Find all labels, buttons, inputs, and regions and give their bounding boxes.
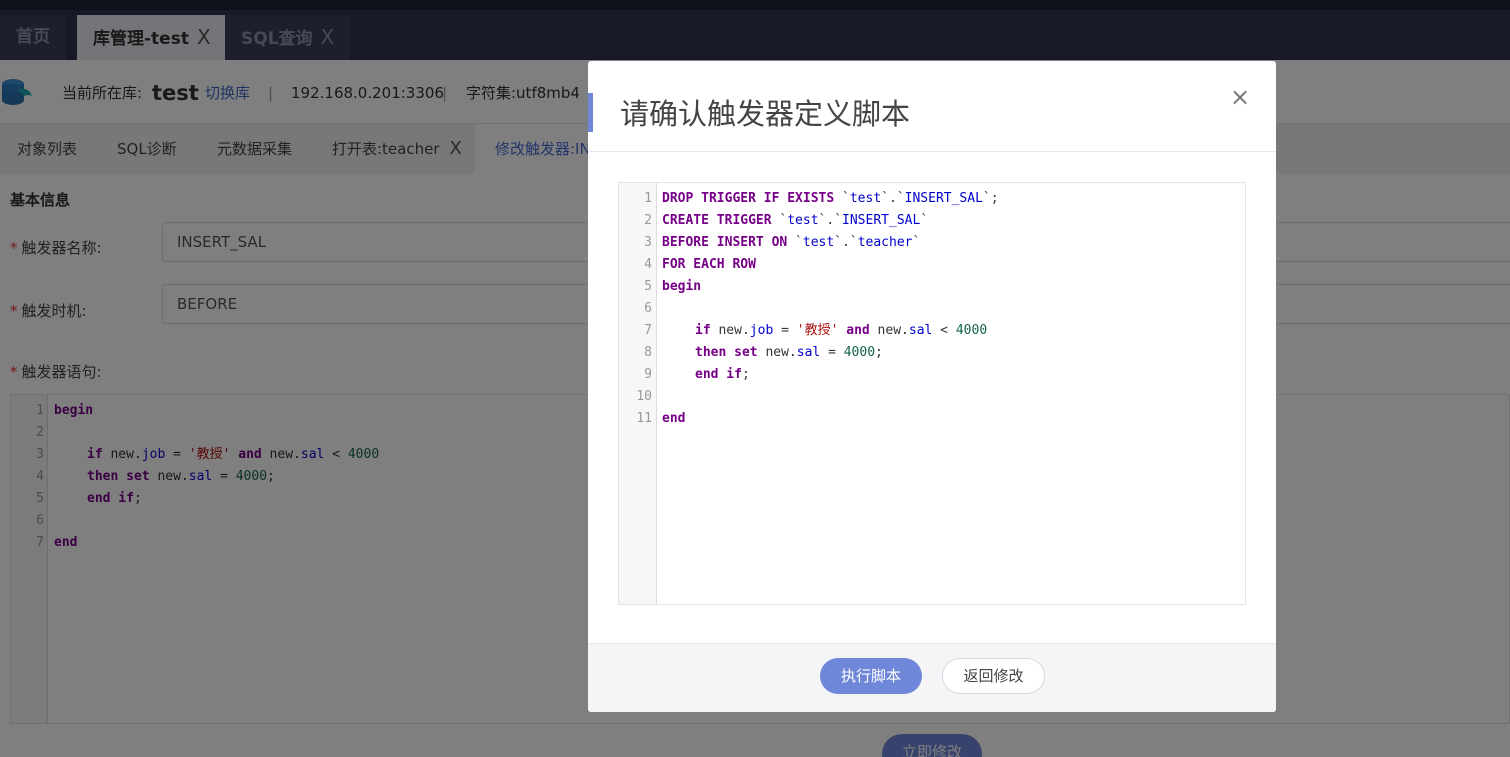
code-line: BEFORE INSERT ON `test`.`teacher` bbox=[662, 232, 920, 254]
code-line: FOR EACH ROW bbox=[662, 254, 756, 276]
code-token: sal bbox=[796, 345, 821, 360]
code-token: `; bbox=[982, 191, 999, 206]
code-token: ` bbox=[771, 213, 788, 228]
code-token: test bbox=[802, 235, 835, 250]
code-token: = bbox=[773, 323, 797, 338]
code-line: end if; bbox=[695, 364, 750, 386]
code-token: ; bbox=[741, 367, 750, 382]
string-literal: '教授' bbox=[796, 323, 839, 338]
code-token: ` bbox=[787, 235, 803, 250]
dialog-header: 请确认触发器定义脚本 × bbox=[588, 61, 1276, 152]
back-to-edit-button[interactable]: 返回修改 bbox=[942, 658, 1045, 694]
code-token: job bbox=[749, 323, 774, 338]
line-number: 7 bbox=[644, 323, 652, 338]
code-line: if new.job = '教授' and new.sal < 4000 bbox=[695, 320, 987, 342]
execute-script-button[interactable]: 执行脚本 bbox=[820, 658, 922, 694]
keyword: end if bbox=[695, 367, 742, 382]
code-token: test bbox=[849, 191, 882, 206]
number-literal: 4000 bbox=[843, 345, 876, 360]
keyword: if bbox=[695, 323, 711, 338]
line-number: 9 bbox=[644, 367, 652, 382]
code-token: ; bbox=[875, 345, 883, 360]
line-number: 10 bbox=[636, 389, 652, 404]
keyword: DROP TRIGGER IF EXISTS bbox=[662, 191, 835, 206]
confirm-script-dialog: 请确认触发器定义脚本 × 1 2 3 4 5 6 7 8 9 10 11 DRO… bbox=[588, 61, 1276, 712]
dialog-title: 请确认触发器定义脚本 bbox=[620, 97, 911, 131]
code-token: sal bbox=[908, 323, 933, 338]
title-accent-bar bbox=[588, 93, 593, 132]
line-number: 11 bbox=[636, 411, 652, 426]
code-token: ` bbox=[912, 235, 921, 250]
keyword: and bbox=[838, 323, 870, 338]
dialog-footer: 执行脚本 返回修改 bbox=[588, 643, 1276, 712]
code-line: CREATE TRIGGER `test`.`INSERT_SAL` bbox=[662, 210, 928, 232]
line-number: 3 bbox=[644, 235, 652, 250]
line-number: 1 bbox=[644, 191, 652, 206]
code-token: `.` bbox=[881, 191, 905, 206]
line-number: 8 bbox=[644, 345, 652, 360]
code-line: then set new.sal = 4000; bbox=[695, 342, 883, 364]
code-token: new. bbox=[869, 323, 909, 338]
code-token: `.` bbox=[834, 235, 858, 250]
code-token: = bbox=[820, 345, 844, 360]
code-token: `.` bbox=[818, 213, 843, 228]
code-line: begin bbox=[662, 276, 701, 298]
keyword: FOR EACH ROW bbox=[662, 257, 756, 272]
keyword: end bbox=[662, 411, 686, 426]
keyword: CREATE TRIGGER bbox=[662, 213, 772, 228]
keyword: then set bbox=[695, 345, 758, 360]
code-token: INSERT_SAL bbox=[904, 191, 983, 206]
code-token: ` bbox=[834, 191, 850, 206]
code-token: new. bbox=[757, 345, 797, 360]
line-number: 6 bbox=[644, 301, 652, 316]
code-line: end bbox=[662, 408, 685, 430]
code-token: new. bbox=[710, 323, 750, 338]
code-token: < bbox=[932, 323, 956, 338]
code-token: test bbox=[787, 213, 819, 228]
code-token: INSERT_SAL bbox=[842, 213, 921, 228]
code-line: DROP TRIGGER IF EXISTS `test`.`INSERT_SA… bbox=[662, 188, 999, 210]
line-number: 4 bbox=[644, 257, 652, 272]
close-icon[interactable]: × bbox=[1230, 83, 1250, 111]
line-number-gutter: 1 2 3 4 5 6 7 8 9 10 11 bbox=[619, 183, 657, 604]
keyword: begin bbox=[662, 279, 702, 294]
code-token: teacher bbox=[857, 235, 913, 250]
script-preview-editor[interactable]: 1 2 3 4 5 6 7 8 9 10 11 DROP TRIGGER IF … bbox=[618, 182, 1246, 605]
keyword: BEFORE INSERT ON bbox=[662, 235, 788, 250]
code-token: ` bbox=[920, 213, 929, 228]
number-literal: 4000 bbox=[955, 323, 988, 338]
line-number: 5 bbox=[644, 279, 652, 294]
line-number: 2 bbox=[644, 213, 652, 228]
